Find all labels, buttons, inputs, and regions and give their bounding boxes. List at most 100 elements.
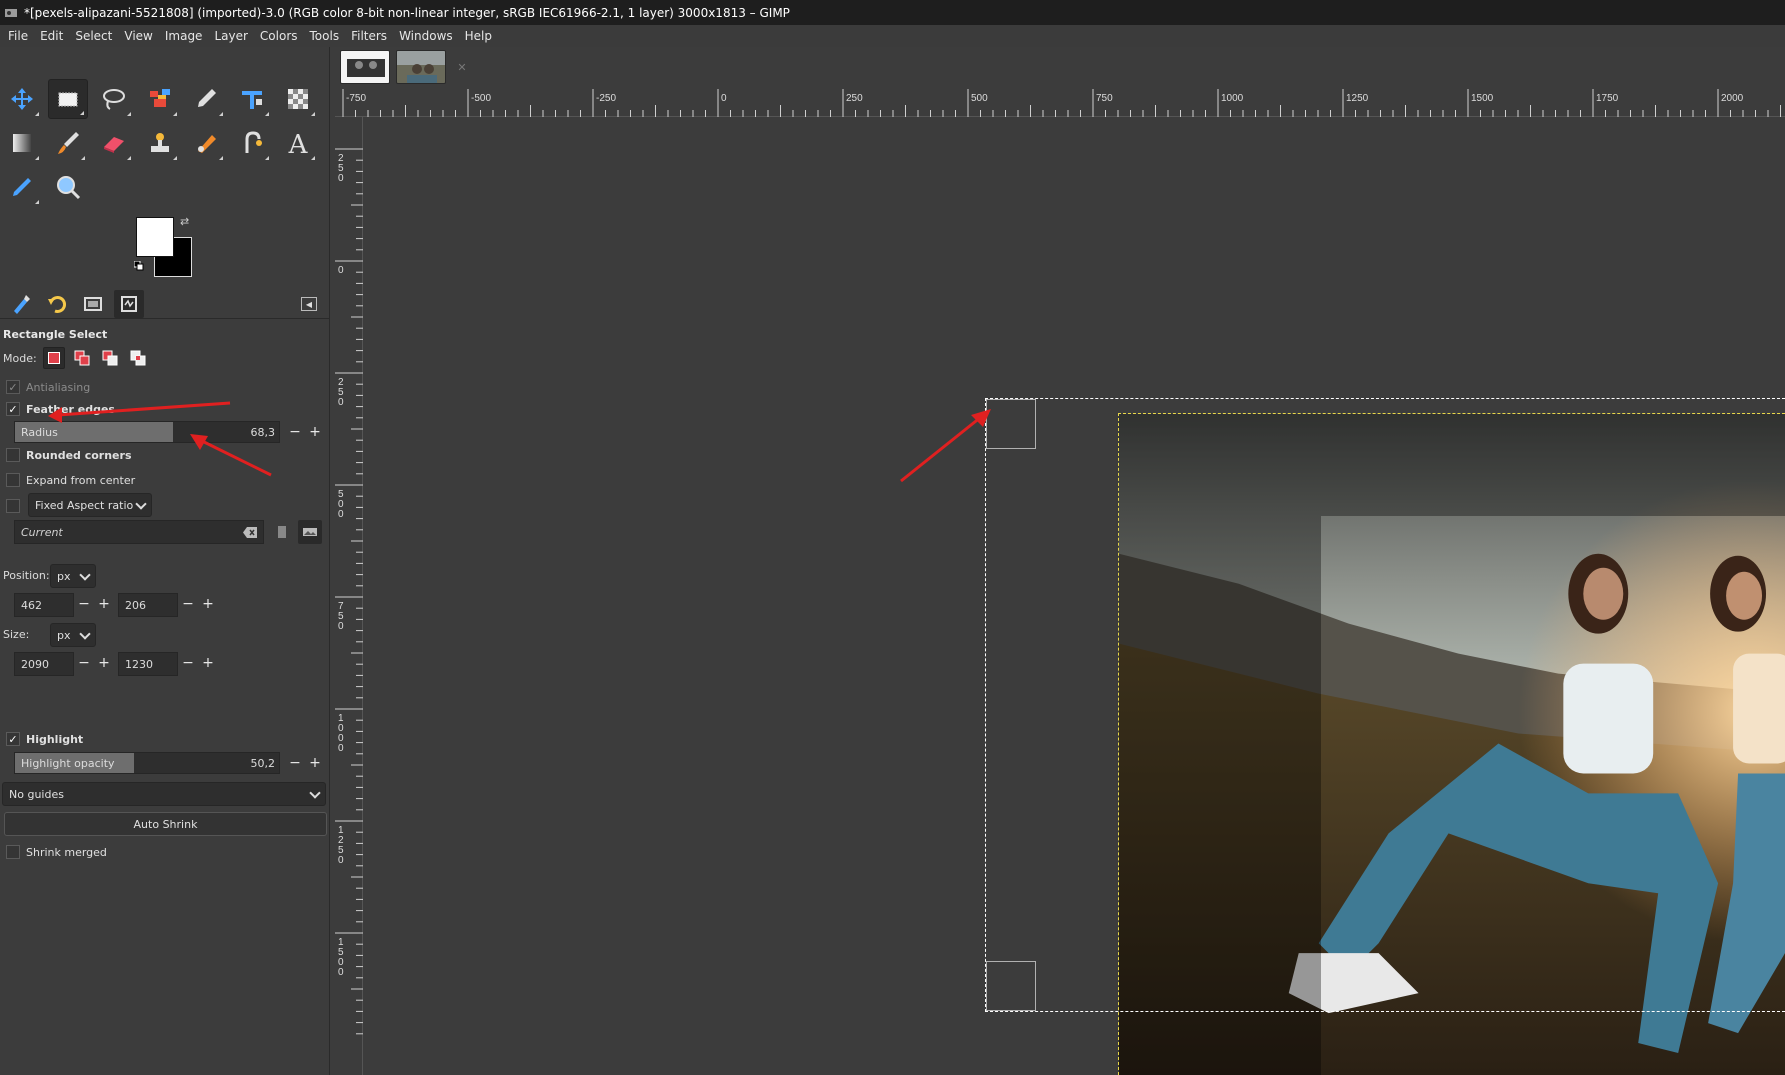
clone-tool-button[interactable] — [140, 123, 180, 163]
portrait-button[interactable] — [270, 520, 294, 544]
move-tool-button[interactable] — [2, 79, 42, 119]
size-unit-dropdown[interactable]: px — [50, 623, 96, 647]
tab-undo-history[interactable] — [42, 290, 72, 318]
size-height-increment-button[interactable]: + — [199, 652, 217, 674]
size-width-field[interactable]: 2090 — [14, 652, 74, 676]
swap-colors-icon[interactable]: ⇄ — [180, 215, 189, 228]
position-y-decrement-button[interactable]: − — [179, 593, 197, 615]
unified-transform-tool-button[interactable] — [232, 79, 272, 119]
title-bar: *[pexels-alipazani-5521808] (imported)-3… — [0, 0, 1785, 25]
ruler-h-label: 500 — [971, 93, 988, 104]
feather-edges-checkbox[interactable]: ✓ Feather edges — [6, 402, 115, 416]
antialiasing-checkbox[interactable]: ✓ Antialiasing — [6, 380, 90, 394]
foreground-color-swatch[interactable] — [136, 217, 174, 257]
auto-shrink-button[interactable]: Auto Shrink — [4, 812, 327, 836]
left-dock: A ⇄ ◀ Rectangle Select Mode: ✓ Antialias… — [0, 47, 330, 1075]
zoom-tool-button[interactable] — [48, 167, 88, 207]
radius-increment-button[interactable]: + — [306, 421, 324, 443]
expand-from-center-check-icon — [6, 473, 20, 487]
feather-edges-check-icon: ✓ — [6, 402, 20, 416]
menu-filters[interactable]: Filters — [345, 25, 393, 47]
dodge-burn-tool-button[interactable] — [232, 123, 272, 163]
dock-menu-button[interactable]: ◀ — [301, 297, 317, 311]
image-tab-2[interactable] — [396, 50, 446, 84]
cage-transform-tool-button[interactable] — [278, 79, 318, 119]
fixed-check-icon — [6, 499, 20, 513]
highlight-opacity-increment-button[interactable]: + — [306, 752, 324, 774]
radius-decrement-button[interactable]: − — [286, 421, 304, 443]
shrink-merged-checkbox[interactable]: Shrink merged — [6, 845, 107, 859]
highlight-opacity-decrement-button[interactable]: − — [286, 752, 304, 774]
eraser-tool-button[interactable] — [94, 123, 134, 163]
position-y-value: 206 — [125, 598, 146, 612]
menu-file[interactable]: File — [2, 25, 34, 47]
smudge-tool-icon — [198, 135, 216, 153]
fixed-mode-value: Fixed Aspect ratio — [35, 498, 134, 512]
fixed-mode-dropdown[interactable]: Fixed Aspect ratio — [28, 493, 152, 517]
menu-windows[interactable]: Windows — [393, 25, 459, 47]
image-tab-1[interactable] — [340, 50, 390, 84]
fixed-value-field[interactable]: Current — [14, 520, 264, 544]
menu-tools[interactable]: Tools — [304, 25, 346, 47]
position-unit-dropdown[interactable]: px — [50, 564, 96, 588]
paths-tool-button[interactable] — [186, 79, 226, 119]
selection-handle-bottom-left[interactable] — [986, 961, 1036, 1011]
svg-text:A: A — [288, 130, 309, 157]
size-height-decrement-button[interactable]: − — [179, 652, 197, 674]
menu-help[interactable]: Help — [459, 25, 498, 47]
radius-slider[interactable]: Radius 68,3 — [14, 421, 280, 443]
highlight-checkbox[interactable]: ✓ Highlight — [6, 732, 83, 746]
clear-field-icon[interactable] — [243, 527, 257, 538]
free-select-tool-button[interactable] — [94, 79, 134, 119]
fg-bg-colors: ⇄ — [134, 215, 196, 277]
reset-colors-icon[interactable] — [134, 261, 144, 271]
menu-colors[interactable]: Colors — [254, 25, 304, 47]
position-x-field[interactable]: 462 — [14, 593, 74, 617]
position-x-increment-button[interactable]: + — [95, 593, 113, 615]
fixed-checkbox[interactable] — [6, 499, 26, 513]
mode-intersect-button[interactable] — [127, 347, 149, 369]
ruler-h-label: 1500 — [1471, 93, 1494, 104]
mode-label: Mode: — [3, 351, 37, 365]
gradient-tool-button[interactable] — [2, 123, 42, 163]
highlight-opacity-slider[interactable]: Highlight opacity 50,2 — [14, 752, 280, 774]
mode-add-button[interactable] — [71, 347, 93, 369]
position-y-increment-button[interactable]: + — [199, 593, 217, 615]
color-picker-tool-button[interactable] — [2, 167, 42, 207]
position-y-field[interactable]: 206 — [118, 593, 178, 617]
image-tabs: ✕ — [340, 50, 472, 88]
smudge-tool-button[interactable] — [186, 123, 226, 163]
landscape-button[interactable] — [298, 520, 322, 544]
expand-from-center-checkbox[interactable]: Expand from center — [6, 473, 135, 487]
foreground-select-tool-button[interactable] — [140, 79, 180, 119]
size-width-increment-button[interactable]: + — [95, 652, 113, 674]
position-x-decrement-button[interactable]: − — [75, 593, 93, 615]
menu-edit[interactable]: Edit — [34, 25, 69, 47]
mode-replace-button[interactable] — [42, 347, 65, 369]
ruler-v-label-char: 0 — [338, 509, 344, 520]
tool-options-title: Rectangle Select — [3, 328, 108, 341]
tab-tool-options[interactable] — [6, 290, 36, 318]
vertical-ruler[interactable]: 2500250500750100012501500 — [335, 117, 363, 1075]
horizontal-ruler[interactable]: -750 -500 -250 0 250 500 750 1000 1250 1500 1750 20… — [335, 89, 1785, 117]
size-width-decrement-button[interactable]: − — [75, 652, 93, 674]
image-tab-close[interactable]: ✕ — [452, 50, 472, 84]
size-height-field[interactable]: 1230 — [118, 652, 178, 676]
selection-handle-top-left[interactable] — [986, 399, 1036, 449]
mode-add-icon — [74, 350, 90, 366]
tab-device-status[interactable] — [114, 289, 144, 318]
mode-subtract-button[interactable] — [99, 347, 121, 369]
menu-layer[interactable]: Layer — [208, 25, 253, 47]
ruler-h-label: -500 — [471, 93, 491, 104]
menu-image[interactable]: Image — [159, 25, 209, 47]
guides-dropdown[interactable]: No guides — [2, 782, 326, 806]
image-canvas[interactable] — [364, 118, 1785, 1075]
tab-images[interactable] — [78, 290, 108, 318]
text-tool-button[interactable]: A — [278, 123, 318, 163]
expand-from-center-label: Expand from center — [26, 473, 136, 487]
menu-select[interactable]: Select — [69, 25, 118, 47]
rectangle-select-tool-button[interactable] — [48, 79, 88, 119]
paintbrush-tool-button[interactable] — [48, 123, 88, 163]
menu-view[interactable]: View — [118, 25, 158, 47]
rounded-corners-checkbox[interactable]: Rounded corners — [6, 448, 132, 462]
